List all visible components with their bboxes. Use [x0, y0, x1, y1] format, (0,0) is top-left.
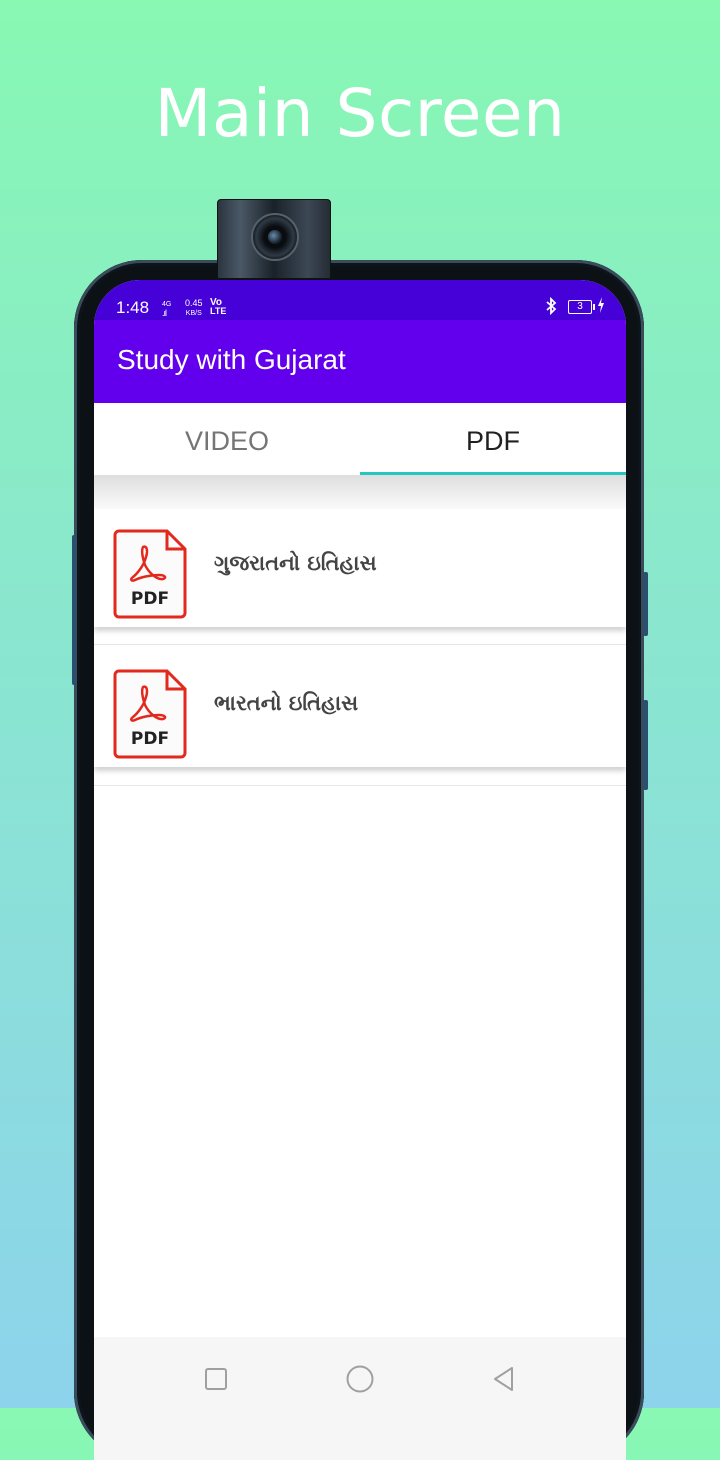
network-type: 4G — [162, 301, 172, 308]
list-divider — [94, 785, 626, 786]
status-time: 1:48 — [116, 298, 150, 317]
pdf-file-icon: PDF — [113, 529, 187, 619]
status-bar: 1:48 4G .ıl 0.45 KB/S Vo LTE 3 — [94, 280, 626, 320]
tab-pdf[interactable]: PDF — [360, 403, 626, 475]
app-bar: Study with Gujarat — [94, 320, 626, 403]
speed-unit: KB/S — [185, 310, 202, 317]
pdf-item-title: ગુજરાતનો ઇતિહાસ — [214, 551, 377, 575]
phone-side-button-left — [72, 535, 76, 685]
recents-square-icon[interactable] — [196, 1359, 236, 1399]
pdf-list-item[interactable]: PDF ભારતનો ઇતિહાસ — [94, 649, 626, 767]
battery-nub — [593, 304, 595, 310]
volte-indicator: Vo LTE — [210, 298, 226, 316]
bluetooth-icon — [544, 296, 558, 319]
charging-icon — [597, 297, 605, 317]
navigation-bar — [94, 1337, 626, 1460]
pdf-file-icon: PDF — [113, 669, 187, 759]
home-circle-icon[interactable] — [340, 1359, 380, 1399]
tab-video[interactable]: VIDEO — [94, 403, 360, 475]
tab-bar: VIDEO PDF — [94, 403, 626, 475]
popup-camera — [217, 199, 331, 279]
network-speed: 0.45 KB/S — [185, 299, 203, 318]
battery-icon: 3 — [568, 300, 592, 314]
phone-side-button-right-lower — [643, 700, 648, 790]
pdf-icon-label: PDF — [130, 589, 170, 609]
pdf-icon-label: PDF — [130, 729, 170, 749]
phone-screen: 1:48 4G .ıl 0.45 KB/S Vo LTE 3 Study with… — [94, 280, 626, 1460]
pdf-list-item[interactable]: PDF ગુજરાતનો ઇતિહાસ — [94, 509, 626, 627]
app-title: Study with Gujarat — [117, 344, 346, 375]
signal-icon: 4G .ıl — [162, 301, 172, 318]
camera-lens-icon — [251, 213, 299, 261]
phone-side-button-right-upper — [643, 572, 648, 636]
pdf-item-title: ભારતનો ઇતિહાસ — [214, 691, 359, 715]
promo-title: Main Screen — [154, 75, 566, 152]
back-triangle-icon[interactable] — [484, 1359, 524, 1399]
list-divider — [94, 644, 626, 645]
volte-bottom: LTE — [210, 306, 227, 316]
speed-value: 0.45 — [185, 298, 203, 308]
